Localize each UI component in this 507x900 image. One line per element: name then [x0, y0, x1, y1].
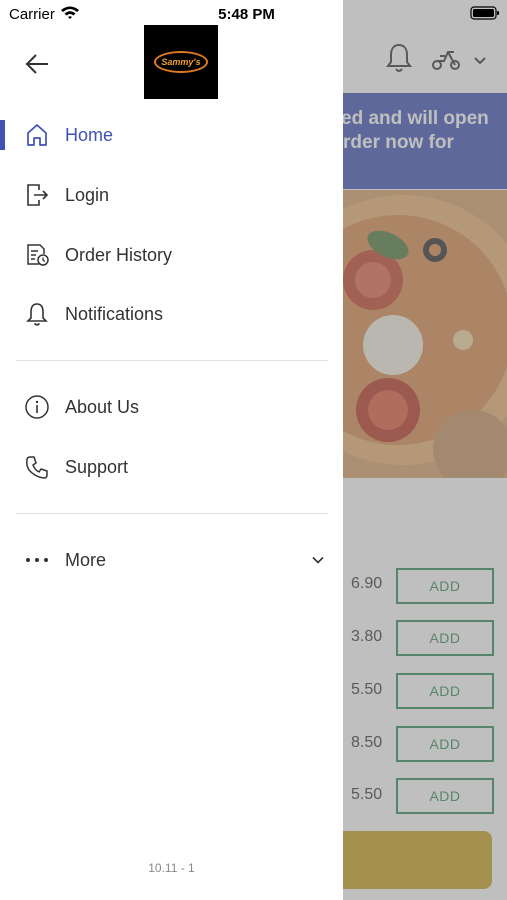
logo-text: Sammy's — [161, 57, 201, 67]
battery-icon — [470, 6, 499, 20]
menu-label: Home — [65, 124, 114, 145]
menu-label: More — [65, 549, 107, 570]
phone-icon — [26, 456, 48, 479]
menu-label: About Us — [65, 396, 140, 417]
more-dots-icon — [26, 558, 48, 562]
menu-item-home[interactable]: Home — [0, 111, 343, 159]
app-version: 10.11 - 1 — [148, 861, 195, 875]
clock: 5:48 PM — [218, 6, 275, 23]
chevron-down-icon[interactable] — [310, 552, 326, 568]
order-history-icon — [27, 244, 49, 266]
login-icon — [27, 184, 49, 206]
menu-label: Order History — [65, 244, 173, 265]
menu-item-more[interactable]: More — [0, 536, 343, 584]
menu-divider — [16, 513, 328, 514]
bell-icon — [26, 303, 48, 326]
menu-item-about-us[interactable]: About Us — [0, 383, 343, 431]
menu-label: Support — [65, 456, 129, 477]
menu-label: Login — [65, 184, 110, 205]
menu-item-notifications[interactable]: Notifications — [0, 290, 343, 338]
status-bar: Carrier 5:48 PM — [0, 0, 507, 30]
home-icon — [27, 124, 47, 146]
menu-divider — [16, 360, 328, 361]
back-arrow-icon[interactable] — [24, 50, 52, 78]
info-icon — [25, 395, 49, 419]
menu-item-order-history[interactable]: Order History — [0, 231, 343, 279]
menu-item-support[interactable]: Support — [0, 443, 343, 491]
menu-item-login[interactable]: Login — [0, 171, 343, 219]
restaurant-logo: Sammy's — [144, 25, 218, 99]
menu-label: Notifications — [65, 303, 164, 324]
navigation-drawer: Sammy's Home Login Order History Notific… — [0, 0, 343, 900]
